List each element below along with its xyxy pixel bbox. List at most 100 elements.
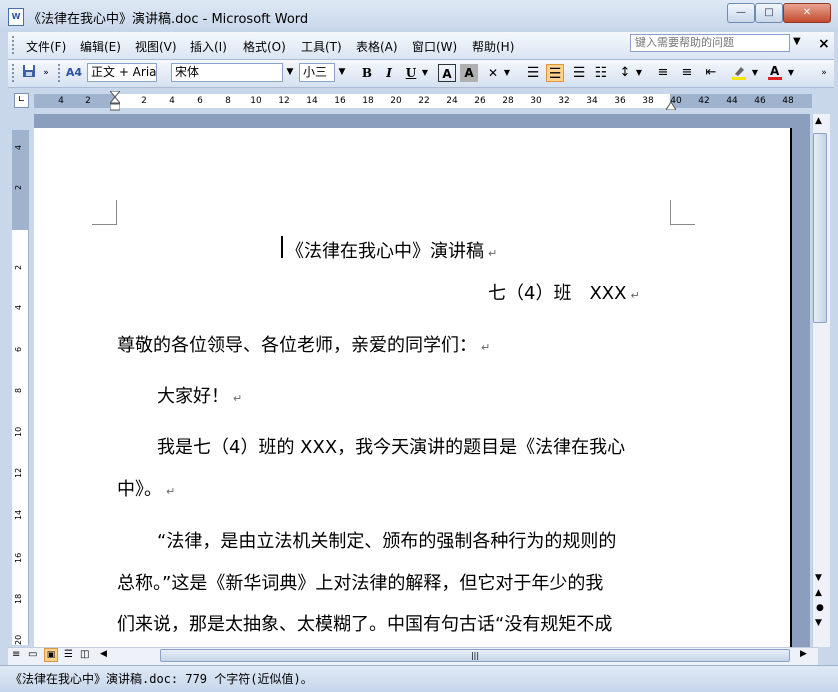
close-document-icon[interactable]: × <box>818 36 830 52</box>
indent-marker-icon[interactable] <box>108 90 122 111</box>
toolbar-more-icon[interactable]: » <box>818 64 830 82</box>
font-dropdown-icon[interactable]: ▼ <box>283 64 297 81</box>
next-page-icon[interactable]: ▼ <box>815 618 822 628</box>
decrease-indent-icon[interactable]: ⇤ <box>702 64 720 82</box>
help-dropdown-icon[interactable]: ▼ <box>793 36 801 47</box>
size-dropdown-icon[interactable]: ▼ <box>335 64 349 81</box>
doc-class-line[interactable]: 七（4）班 XXX ↵ <box>488 279 640 305</box>
toolbar-options-icon[interactable]: » <box>40 64 52 82</box>
doc-salutation[interactable]: 尊敬的各位领导、各位老师，亲爱的同学们： ↵ <box>117 331 490 357</box>
maximize-button[interactable]: □ <box>755 3 783 23</box>
menu-file[interactable]: 文件(F) <box>26 38 66 55</box>
outline-view-icon[interactable]: ☰ <box>64 649 73 660</box>
menu-grip[interactable] <box>12 36 17 54</box>
ruler-tick-label: 30 <box>530 96 542 106</box>
style-combo[interactable]: 正文 + Aria <box>87 63 157 82</box>
ruler-tick-label: 22 <box>418 96 430 106</box>
doc-para2-line2[interactable]: 总称。”这是《新华词典》上对法律的解释，但它对于年少的我 <box>117 569 603 595</box>
word-app-icon[interactable]: W <box>8 8 24 26</box>
char-border-button[interactable]: A <box>438 64 456 82</box>
menu-view[interactable]: 视图(V) <box>135 38 177 55</box>
minimize-button[interactable]: — <box>727 3 755 23</box>
line-spacing-dropdown-icon[interactable]: ▼ <box>634 64 644 82</box>
print-view-icon[interactable]: ▣ <box>44 648 58 662</box>
vertical-ruler-tick-label: 16 <box>14 552 23 563</box>
doc-para2-line3[interactable]: 们来说，那是太抽象、太模糊了。中国有句古话“没有规矩不成 <box>117 610 612 636</box>
status-text: 《法律在我心中》演讲稿.doc: 779 个字符(近似值)。 <box>10 672 313 686</box>
doc-title[interactable]: 《法律在我心中》演讲稿 ↵ <box>286 237 497 263</box>
vertical-ruler-tick-label: 10 <box>14 426 23 437</box>
vertical-ruler-tick-label: 6 <box>14 346 23 352</box>
doc-greeting[interactable]: 大家好！ ↵ <box>157 382 242 408</box>
menu-window[interactable]: 窗口(W) <box>412 38 457 55</box>
bullets-icon[interactable]: ≡ <box>678 64 696 82</box>
svg-text:A: A <box>770 64 780 78</box>
menu-edit[interactable]: 编辑(E) <box>80 38 121 55</box>
crop-mark-left <box>92 200 117 225</box>
close-button[interactable]: ✕ <box>783 3 831 23</box>
vertical-ruler-tick-label: 18 <box>14 593 23 604</box>
horizontal-scroll-thumb[interactable]: ||| <box>160 649 790 662</box>
vertical-ruler-tick-label: 4 <box>14 304 23 310</box>
web-view-icon[interactable]: ▭ <box>28 649 37 660</box>
font-size-combo[interactable]: 小三 <box>299 63 335 82</box>
ruler-tick-label: 4 <box>58 96 64 106</box>
styles-pane-icon[interactable]: A4 <box>64 64 84 82</box>
line-spacing-icon[interactable]: ↕ <box>616 64 634 82</box>
save-icon[interactable] <box>20 64 38 82</box>
font-combo[interactable]: 宋体 <box>171 63 283 82</box>
help-search-input[interactable] <box>630 34 790 52</box>
ruler-tick-label: 48 <box>782 96 794 106</box>
numbering-icon[interactable]: ≡ <box>654 64 672 82</box>
vertical-ruler-tick-label: 8 <box>14 387 23 393</box>
tab-selector-icon[interactable]: ∟ <box>14 93 29 108</box>
ruler-tick-label: 2 <box>141 96 147 106</box>
ruler-tick-label: 42 <box>698 96 710 106</box>
font-color-icon[interactable]: A <box>766 64 784 82</box>
vertical-ruler-tick-label: 12 <box>14 467 23 478</box>
menu-insert[interactable]: 插入(I) <box>190 38 227 55</box>
underline-button[interactable]: U <box>402 64 420 82</box>
vertical-ruler-tick-label: 2 <box>14 184 23 190</box>
menu-format[interactable]: 格式(O) <box>243 38 286 55</box>
toolbar-grip[interactable] <box>12 64 17 82</box>
bold-button[interactable]: B <box>358 64 376 82</box>
char-scaling-icon[interactable]: ✕ <box>484 64 502 82</box>
ruler-tick-label: 10 <box>250 96 262 106</box>
scroll-up-icon[interactable]: ▲ <box>815 116 822 126</box>
italic-button[interactable]: I <box>380 64 398 82</box>
toolbar-grip-2[interactable] <box>58 64 63 82</box>
ruler-tick-label: 34 <box>586 96 598 106</box>
highlight-icon[interactable] <box>730 64 748 82</box>
font-color-dropdown-icon[interactable]: ▼ <box>786 64 796 82</box>
vertical-ruler-tick-label: 2 <box>14 264 23 270</box>
ruler-tick-label: 2 <box>85 96 91 106</box>
normal-view-icon[interactable]: ≡ <box>12 649 20 660</box>
reading-view-icon[interactable]: ◫ <box>80 649 89 660</box>
scroll-left-icon[interactable]: ◀ <box>100 649 107 659</box>
browse-object-icon[interactable]: ● <box>816 603 824 613</box>
previous-page-icon[interactable]: ▲ <box>815 588 822 598</box>
ruler-tick-label: 14 <box>306 96 318 106</box>
scroll-right-icon[interactable]: ▶ <box>800 649 807 659</box>
ruler-tick-label: 20 <box>390 96 402 106</box>
doc-para1-line2[interactable]: 中》。 ↵ <box>117 475 175 501</box>
align-right-icon[interactable]: ☰ <box>570 64 588 82</box>
align-center-icon[interactable]: ☰ <box>546 64 564 82</box>
scaling-dropdown-icon[interactable]: ▼ <box>502 64 512 82</box>
menu-help[interactable]: 帮助(H) <box>472 38 514 55</box>
align-justify-icon[interactable]: ☰ <box>524 64 542 82</box>
crop-mark-right <box>670 200 695 225</box>
underline-dropdown-icon[interactable]: ▼ <box>420 64 430 82</box>
menu-tools[interactable]: 工具(T) <box>301 38 342 55</box>
doc-para1-line1[interactable]: 我是七（4）班的 XXX，我今天演讲的题目是《法律在我心 <box>157 433 625 459</box>
distributed-align-icon[interactable]: ☷ <box>592 64 610 82</box>
ruler-tick-label: 4 <box>169 96 175 106</box>
vertical-ruler-tick-label: 4 <box>14 144 23 150</box>
vertical-scroll-thumb[interactable] <box>813 133 827 323</box>
doc-para2-line1[interactable]: “法律，是由立法机关制定、颁布的强制各种行为的规则的 <box>157 527 616 553</box>
highlight-dropdown-icon[interactable]: ▼ <box>750 64 760 82</box>
char-shading-button[interactable]: A <box>460 64 478 82</box>
menu-table[interactable]: 表格(A) <box>356 38 398 55</box>
scroll-down-icon[interactable]: ▼ <box>815 573 822 583</box>
